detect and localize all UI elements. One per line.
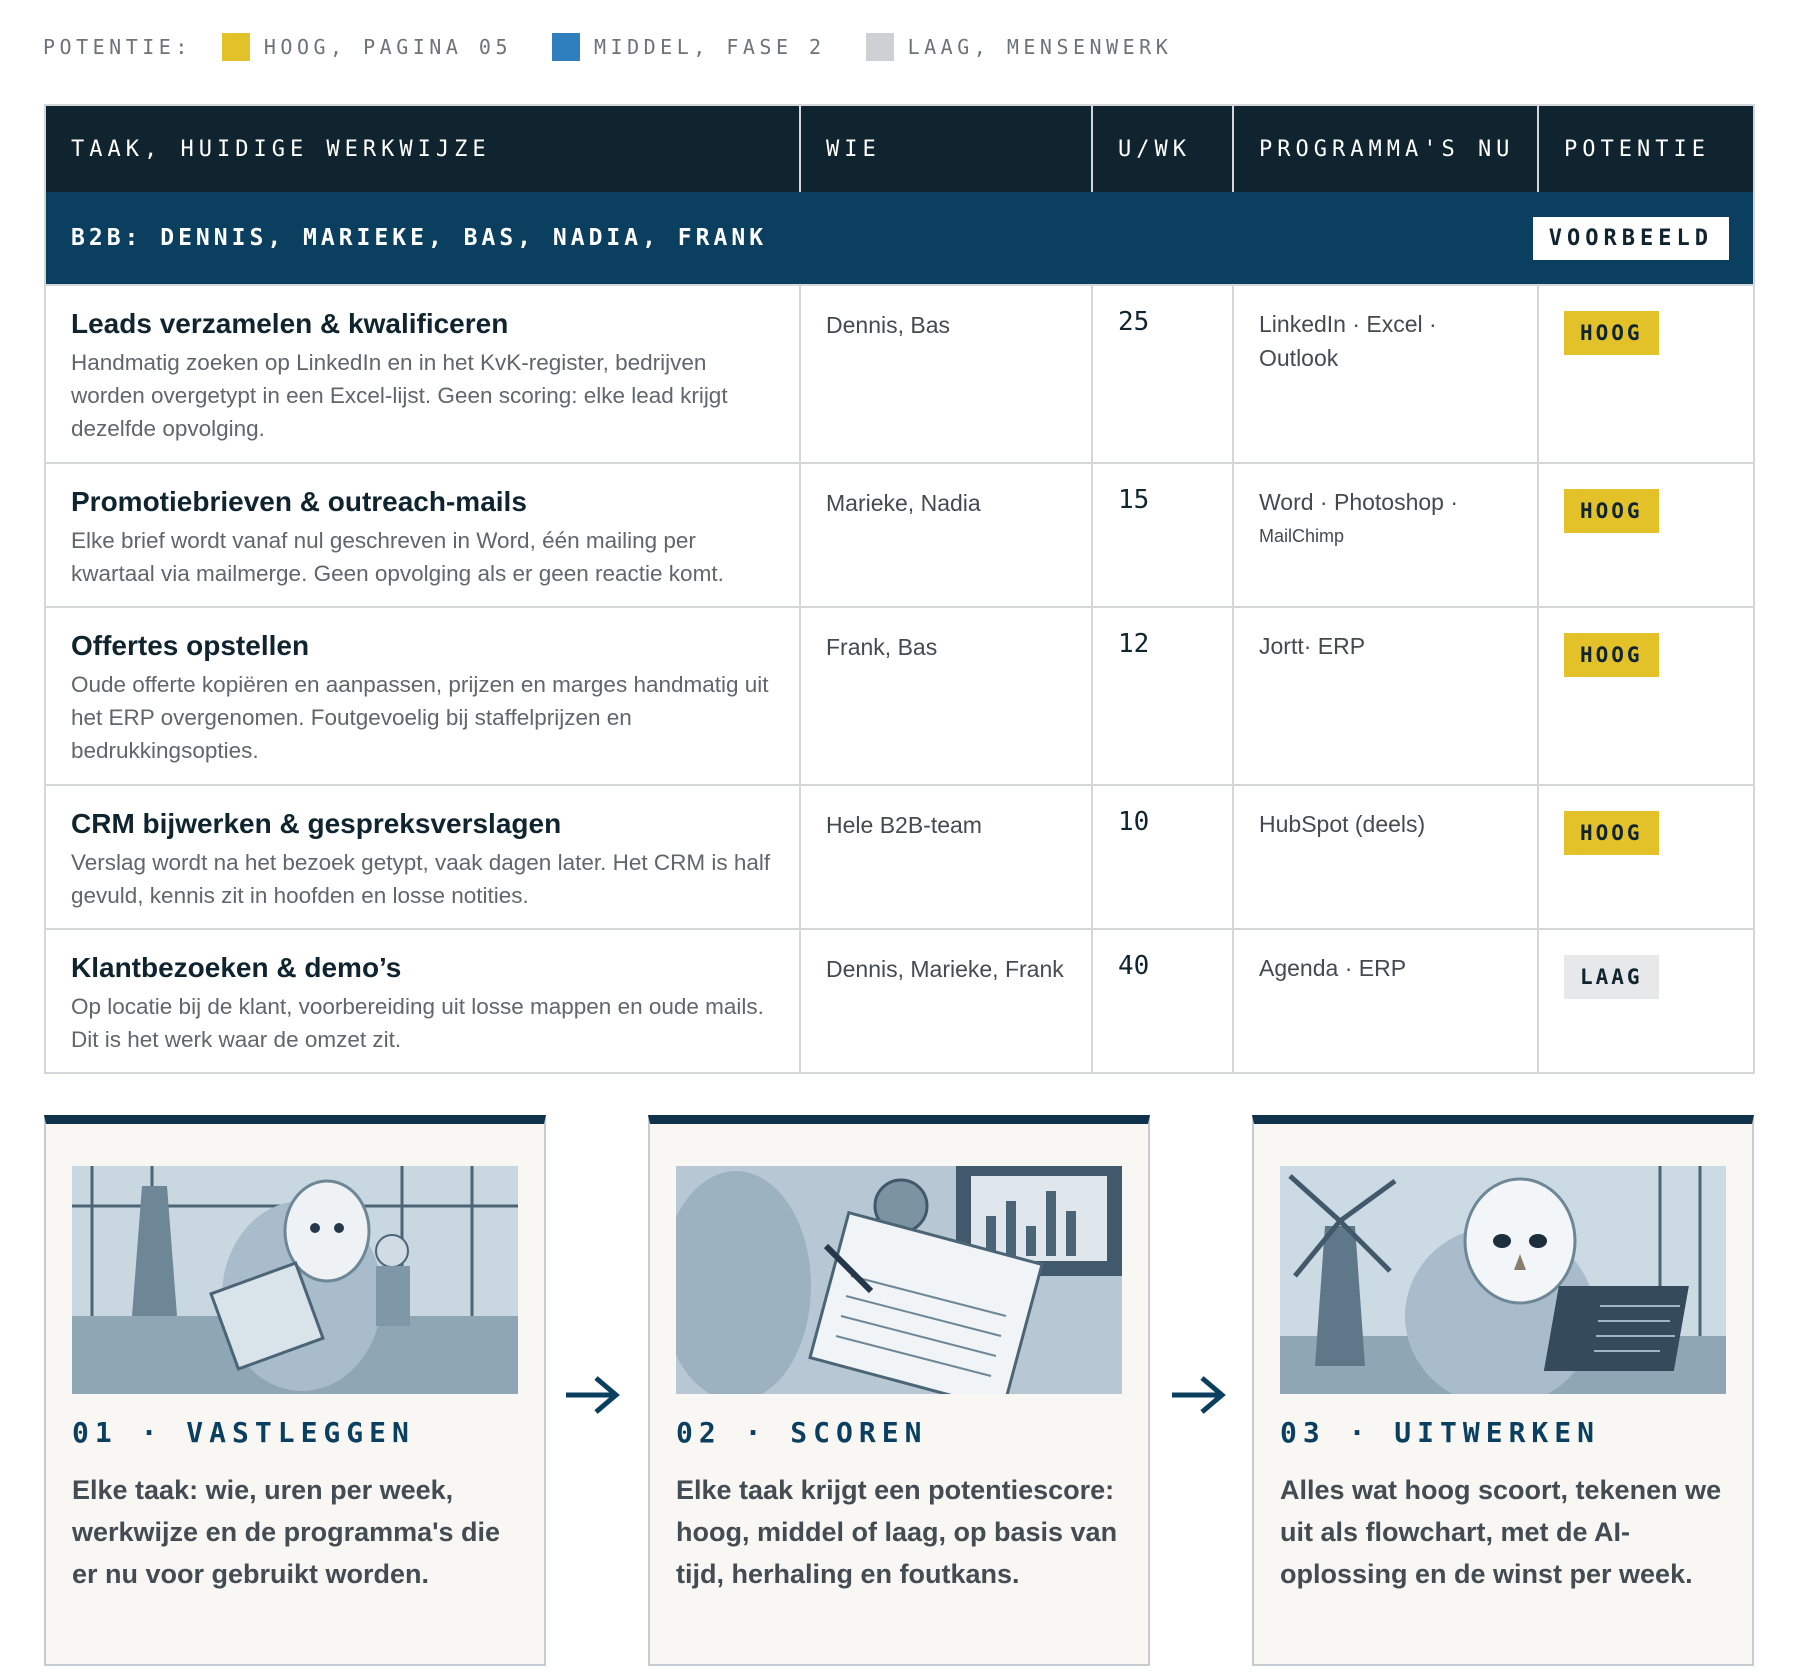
column-header-task: TAAK, HUIDIGE WERKWIJZE: [46, 106, 801, 192]
programs-text: Word · Photoshop ·: [1259, 489, 1459, 515]
task-cell: Promotiebrieven & outreach-mails Elke br…: [46, 464, 801, 606]
who-cell: Dennis, Marieke, Frank: [801, 930, 1093, 1072]
hours-cell: 40: [1093, 930, 1234, 1072]
task-title: Promotiebrieven & outreach-mails: [71, 486, 527, 517]
table-row: Promotiebrieven & outreach-mails Elke br…: [46, 462, 1753, 606]
page: POTENTIE: HOOG, PAGINA 05 MIDDEL, FASE 2…: [0, 0, 1800, 1679]
legend-label: POTENTIE:: [43, 35, 192, 59]
step-description: Alles wat hoog scoort, tekenen we uit al…: [1280, 1475, 1722, 1589]
programs-text: Jortt· ERP: [1259, 633, 1366, 659]
table-row: Klantbezoeken & demo’s Op locatie bij de…: [46, 928, 1753, 1072]
group-header: B2B: DENNIS, MARIEKE, BAS, NADIA, FRANK …: [46, 192, 1753, 284]
programs-text: LinkedIn · Excel · Outlook: [1259, 311, 1437, 371]
potential-badge: HOOG: [1564, 311, 1659, 355]
legend-swatch-middel: [552, 33, 580, 61]
task-cell: CRM bijwerken & gespreksverslagen Versla…: [46, 786, 801, 928]
step-card-1: 01 · VASTLEGGEN Elke taak: wie, uren per…: [44, 1115, 546, 1666]
task-description: Handmatig zoeken op LinkedIn en in het K…: [71, 350, 728, 441]
task-description: Oude offerte kopiëren en aanpassen, prij…: [71, 672, 769, 763]
task-description: Elke brief wordt vanaf nul geschreven in…: [71, 528, 724, 586]
task-cell: Offertes opstellen Oude offerte kopiëren…: [46, 608, 801, 784]
column-header-hours: U/WK: [1093, 106, 1234, 192]
legend-item-laag: LAAG, MENSENWERK: [865, 33, 1173, 61]
who-cell: Dennis, Bas: [801, 286, 1093, 462]
legend-text: LAAG, MENSENWERK: [907, 35, 1173, 59]
arrow-right-icon: [566, 1376, 620, 1414]
programs-cell: Jortt· ERP: [1234, 608, 1539, 784]
task-description: Verslag wordt na het bezoek getypt, vaak…: [71, 850, 771, 908]
potential-cell: HOOG: [1539, 608, 1753, 784]
task-cell: Leads verzamelen & kwalificeren Handmati…: [46, 286, 801, 462]
potential-cell: LAAG: [1539, 930, 1753, 1072]
programs-text-small: MailChimp: [1259, 526, 1345, 546]
legend-text: HOOG, PAGINA 05: [263, 35, 512, 59]
hours-cell: 12: [1093, 608, 1234, 784]
hours-cell: 15: [1093, 464, 1234, 606]
owl-laptop-windmill-illustration: [1280, 1166, 1726, 1394]
task-cell: Klantbezoeken & demo’s Op locatie bij de…: [46, 930, 801, 1072]
programs-text: Agenda · ERP: [1259, 955, 1407, 981]
legend-item-hoog: HOOG, PAGINA 05: [221, 33, 512, 61]
programs-cell: Word · Photoshop · MailChimp: [1234, 464, 1539, 606]
potential-badge: LAAG: [1564, 955, 1659, 999]
hours-cell: 25: [1093, 286, 1234, 462]
legend-item-middel: MIDDEL, FASE 2: [552, 33, 826, 61]
step-description: Elke taak: wie, uren per week, werkwijze…: [72, 1475, 501, 1589]
task-table: TAAK, HUIDIGE WERKWIJZE WIE U/WK PROGRAM…: [44, 104, 1755, 1074]
owl-clipboard-illustration: [72, 1166, 518, 1394]
table-row: CRM bijwerken & gespreksverslagen Versla…: [46, 784, 1753, 928]
step-number-title: 02 · SCOREN: [676, 1416, 928, 1449]
step-description: Elke taak krijgt een potentiescore: hoog…: [676, 1475, 1118, 1589]
who-cell: Hele B2B-team: [801, 786, 1093, 928]
table-row: Leads verzamelen & kwalificeren Handmati…: [46, 284, 1753, 462]
potential-cell: HOOG: [1539, 786, 1753, 928]
example-badge: VOORBEELD: [1532, 216, 1729, 260]
who-cell: Frank, Bas: [801, 608, 1093, 784]
legend-swatch-hoog: [221, 33, 250, 61]
step-number-title: 03 · UITWERKEN: [1280, 1416, 1601, 1449]
potential-legend: POTENTIE: HOOG, PAGINA 05 MIDDEL, FASE 2…: [43, 30, 1212, 64]
group-title: B2B: DENNIS, MARIEKE, BAS, NADIA, FRANK: [71, 225, 768, 251]
potential-badge: HOOG: [1564, 489, 1659, 533]
step-card-3: 03 · UITWERKEN Alles wat hoog scoort, te…: [1252, 1115, 1754, 1666]
legend-text: MIDDEL, FASE 2: [594, 35, 826, 59]
task-title: CRM bijwerken & gespreksverslagen: [71, 808, 562, 839]
legend-swatch-laag: [865, 33, 894, 61]
step-number-title: 01 · VASTLEGGEN: [72, 1416, 415, 1449]
column-header-who: WIE: [801, 106, 1093, 192]
task-title: Leads verzamelen & kwalificeren: [71, 308, 509, 339]
programs-text: HubSpot (deels): [1259, 811, 1426, 837]
who-cell: Marieke, Nadia: [801, 464, 1093, 606]
task-title: Klantbezoeken & demo’s: [71, 952, 402, 983]
programs-cell: HubSpot (deels): [1234, 786, 1539, 928]
programs-cell: LinkedIn · Excel · Outlook: [1234, 286, 1539, 462]
table-row: Offertes opstellen Oude offerte kopiëren…: [46, 606, 1753, 784]
potential-badge: HOOG: [1564, 633, 1659, 677]
potential-cell: HOOG: [1539, 286, 1753, 462]
hours-cell: 10: [1093, 786, 1234, 928]
potential-cell: HOOG: [1539, 464, 1753, 606]
task-description: Op locatie bij de klant, voorbereiding u…: [71, 994, 764, 1052]
table-header: TAAK, HUIDIGE WERKWIJZE WIE U/WK PROGRAM…: [46, 106, 1753, 192]
programs-cell: Agenda · ERP: [1234, 930, 1539, 1072]
potential-badge: HOOG: [1564, 811, 1659, 855]
column-header-programs: PROGRAMMA'S NU: [1234, 106, 1539, 192]
owl-score-sheet-illustration: [676, 1166, 1122, 1394]
step-card-2: 02 · SCOREN Elke taak krijgt een potenti…: [648, 1115, 1150, 1666]
arrow-right-icon: [1172, 1376, 1226, 1414]
column-header-potential: POTENTIE: [1564, 136, 1710, 162]
task-title: Offertes opstellen: [71, 630, 310, 661]
